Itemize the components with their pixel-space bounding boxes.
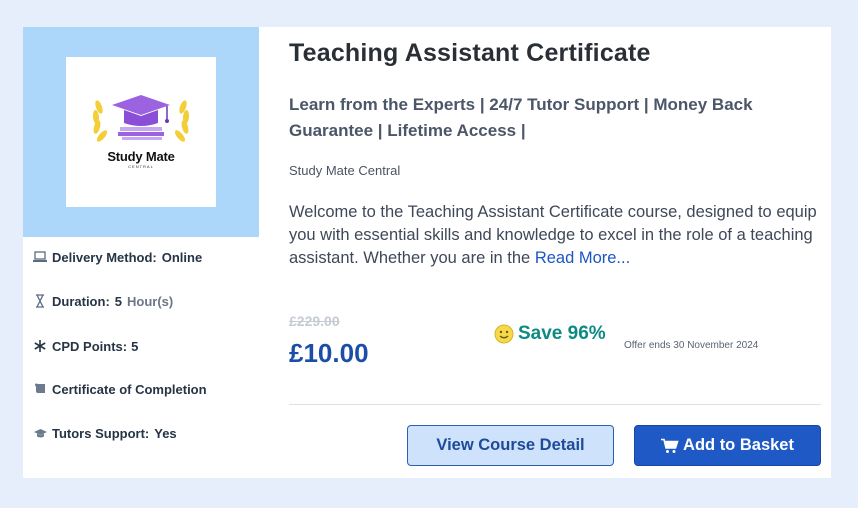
scroll-icon	[32, 381, 48, 397]
original-price: £229.00	[289, 313, 340, 329]
delivery-method-label: Delivery Method:	[52, 249, 157, 265]
duration-value: 5	[114, 293, 123, 309]
divider	[289, 404, 821, 405]
view-course-detail-label: View Course Detail	[436, 436, 585, 454]
course-title[interactable]: Teaching Assistant Certificate	[289, 39, 651, 68]
smiley-icon	[494, 324, 514, 344]
duration-label: Duration:	[52, 293, 110, 309]
delivery-method-row: Delivery Method: Online	[32, 249, 202, 265]
savings-text: Save 96%	[518, 323, 606, 344]
graduation-cap-icon	[32, 425, 48, 441]
course-card: Study Mate CENTRAL Delivery Method: Onli…	[23, 27, 831, 478]
course-sidebar: Study Mate CENTRAL Delivery Method: Onli…	[23, 27, 259, 478]
tutor-support-label: Tutors Support:	[52, 425, 150, 441]
duration-row: Duration: 5 Hour(s)	[32, 293, 173, 309]
add-to-basket-button[interactable]: Add to Basket	[634, 425, 821, 466]
hourglass-icon	[32, 293, 48, 309]
cpd-points-value: 5	[131, 338, 139, 354]
duration-unit: Hour(s)	[127, 293, 174, 309]
cpd-points-label: CPD Points:	[52, 338, 128, 354]
tutor-support-value: Yes	[154, 425, 177, 441]
provider-name[interactable]: Study Mate Central	[289, 163, 400, 178]
savings-badge: Save 96%	[494, 323, 606, 345]
course-description: Welcome to the Teaching Assistant Certif…	[289, 201, 819, 270]
cpd-points-row: CPD Points: 5	[32, 338, 138, 354]
certificate-label: Certificate of Completion	[52, 381, 207, 397]
logo-graphic	[92, 95, 190, 142]
course-tagline: Learn from the Experts | 24/7 Tutor Supp…	[289, 95, 753, 140]
laptop-icon	[32, 249, 48, 265]
logo-panel: Study Mate CENTRAL	[23, 27, 259, 237]
certificate-row: Certificate of Completion	[32, 381, 207, 397]
offer-ends-text: Offer ends 30 November 2024	[624, 340, 759, 351]
add-to-basket-label: Add to Basket	[683, 436, 794, 454]
delivery-method-value: Online	[161, 249, 203, 265]
logo-text: Study Mate	[107, 149, 175, 164]
read-more-link[interactable]: Read More...	[535, 249, 630, 267]
provider-logo[interactable]: Study Mate CENTRAL	[66, 57, 216, 207]
asterisk-icon	[32, 338, 48, 354]
cart-icon	[661, 438, 679, 453]
tutor-support-row: Tutors Support: Yes	[32, 425, 177, 441]
logo-subtext: CENTRAL	[128, 164, 154, 169]
current-price: £10.00	[289, 338, 369, 368]
view-course-detail-button[interactable]: View Course Detail	[407, 425, 614, 466]
